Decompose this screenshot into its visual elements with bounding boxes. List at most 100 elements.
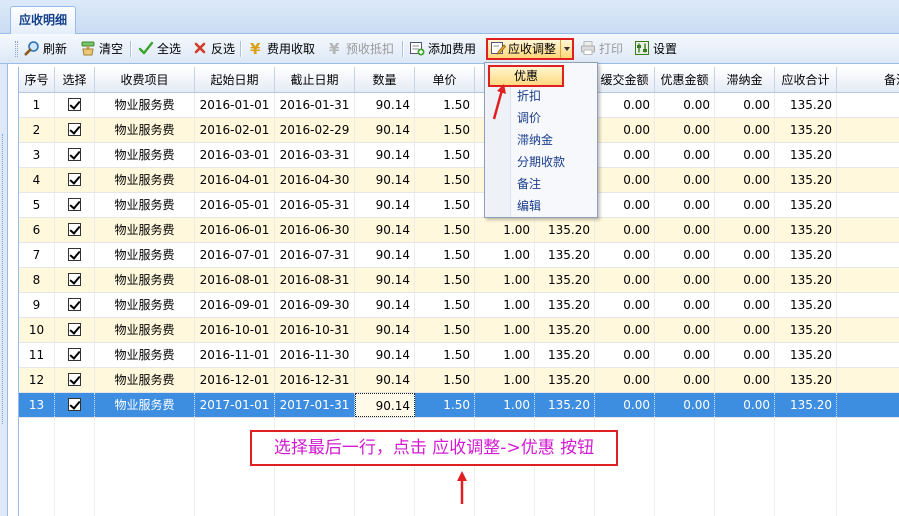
checkbox[interactable] <box>68 98 81 111</box>
checkbox[interactable] <box>68 323 81 336</box>
cell-start-date: 2016-05-01 <box>195 193 275 217</box>
row-checkbox[interactable] <box>55 218 95 242</box>
cell-discount: 0.00 <box>655 118 715 142</box>
row-checkbox[interactable] <box>55 118 95 142</box>
invert-selection-button[interactable]: 反选 <box>192 38 235 60</box>
column-header-quantity[interactable]: 数量 <box>355 67 415 93</box>
cell-unit-price: 1.50 <box>415 118 475 142</box>
column-header-late-fee[interactable]: 滞纳金 <box>715 67 775 93</box>
column-header-end-date[interactable]: 截止日期 <box>275 67 355 93</box>
cell-end-date: 2016-06-30 <box>275 218 355 242</box>
table-row[interactable]: 13 物业服务费 2017-01-01 2017-01-31 90.14 1.50 1.00… <box>19 393 899 418</box>
table-row[interactable]: 9 物业服务费 2016-09-01 2016-09-30 90.14 1.50 1.00 1… <box>19 293 899 318</box>
column-header-discount[interactable]: 优惠金额 <box>655 67 715 93</box>
row-checkbox[interactable] <box>55 168 95 192</box>
clear-button[interactable]: 清空 <box>80 38 123 60</box>
checkbox[interactable] <box>68 398 81 411</box>
menu-item-late-fee[interactable]: 滞纳金 <box>517 130 553 150</box>
table-row[interactable]: 4物业服务费2016-04-012016-04-3090.141.501.001… <box>19 168 899 193</box>
table-row[interactable]: 7 物业服务费 2016-07-01 2016-07-31 90.14 1.50 1.00 1… <box>19 243 899 268</box>
check-icon <box>138 41 154 55</box>
side-splitter[interactable] <box>0 64 8 516</box>
cell-quantity: 90.14 <box>355 393 415 417</box>
checkbox[interactable] <box>68 223 81 236</box>
cell-total: 135.20 <box>775 243 837 267</box>
cell-amount: 135.20 <box>535 393 595 417</box>
checkbox[interactable] <box>68 173 81 186</box>
checkbox[interactable] <box>68 123 81 136</box>
grid-line <box>194 418 195 516</box>
column-header-start-date[interactable]: 起始日期 <box>195 67 275 93</box>
row-checkbox[interactable] <box>55 193 95 217</box>
checkbox[interactable] <box>68 373 81 386</box>
print-button[interactable]: 打印 <box>580 38 623 60</box>
refresh-button[interactable]: 刷新 <box>24 38 67 60</box>
fee-collect-button[interactable]: ¥ 费用收取 <box>248 38 315 60</box>
row-checkbox[interactable] <box>55 243 95 267</box>
column-header-total[interactable]: 应收合计 <box>775 67 837 93</box>
cell-remark <box>837 368 899 392</box>
cell-start-date: 2016-04-01 <box>195 168 275 192</box>
prepaid-offset-button[interactable]: ¥ 预收抵扣 <box>327 38 394 60</box>
menu-item-rebate[interactable]: 折扣 <box>517 86 541 106</box>
table-row[interactable]: 2物业服务费2016-02-012016-02-2990.141.501.001… <box>19 118 899 143</box>
receivable-adjust-button[interactable]: 应收调整 <box>490 40 556 58</box>
checkbox[interactable] <box>68 348 81 361</box>
column-header-item[interactable]: 收费项目 <box>95 67 195 93</box>
column-header-remark[interactable]: 备注 <box>837 67 899 93</box>
toolbar-grip[interactable] <box>15 41 18 57</box>
checkbox[interactable] <box>68 273 81 286</box>
menu-item-price-adjust[interactable]: 调价 <box>517 108 541 128</box>
row-checkbox[interactable] <box>55 393 95 417</box>
add-fee-button[interactable]: 添加费用 <box>409 38 476 60</box>
cell-deferred: 0.00 <box>595 93 655 117</box>
menu-item-remark[interactable]: 备注 <box>517 174 541 194</box>
chevron-down-icon[interactable] <box>560 40 572 58</box>
select-all-button[interactable]: 全选 <box>138 38 181 60</box>
column-header-unit-price[interactable]: 单价 <box>415 67 475 93</box>
grid-line <box>774 418 775 516</box>
cell-amount: 135.20 <box>535 268 595 292</box>
row-checkbox[interactable] <box>55 293 95 317</box>
row-checkbox[interactable] <box>55 368 95 392</box>
table-row[interactable]: 8 物业服务费 2016-08-01 2016-08-31 90.14 1.50 1.00 1… <box>19 268 899 293</box>
tab-receivable-detail[interactable]: 应收明细 <box>10 6 76 34</box>
table-row[interactable]: 12 物业服务费 2016-12-01 2016-12-31 90.14 1.50 1.00… <box>19 368 899 393</box>
cell-deferred: 0.00 <box>595 343 655 367</box>
cell-discount: 0.00 <box>655 168 715 192</box>
cell-amount: 135.20 <box>535 243 595 267</box>
cell-item: 物业服务费 <box>95 93 195 117</box>
checkbox[interactable] <box>68 148 81 161</box>
column-header-select[interactable]: 选择 <box>55 67 95 93</box>
table-row[interactable]: 6 物业服务费 2016-06-01 2016-06-30 90.14 1.50 1.00 1… <box>19 218 899 243</box>
cell-item: 物业服务费 <box>95 168 195 192</box>
row-checkbox[interactable] <box>55 343 95 367</box>
menu-item-edit[interactable]: 编辑 <box>517 196 541 216</box>
row-checkbox[interactable] <box>55 268 95 292</box>
table-row[interactable]: 3物业服务费2016-03-012016-03-3190.141.501.001… <box>19 143 899 168</box>
checkbox[interactable] <box>68 248 81 261</box>
cell-total: 135.20 <box>775 268 837 292</box>
table-row[interactable]: 5物业服务费2016-05-012016-05-3190.141.501.001… <box>19 193 899 218</box>
table-row[interactable]: 1物业服务费2016-01-012016-01-3190.141.501.001… <box>19 93 899 118</box>
settings-button[interactable]: 设置 <box>634 38 677 60</box>
cell-end-date: 2016-04-30 <box>275 168 355 192</box>
cell-late-fee: 0.00 <box>715 393 775 417</box>
menu-item-installment[interactable]: 分期收款 <box>517 152 565 172</box>
cell-unit-price: 1.50 <box>415 318 475 342</box>
row-checkbox[interactable] <box>55 93 95 117</box>
column-header-deferred[interactable]: 缓交金额 <box>595 67 655 93</box>
cell-total: 135.20 <box>775 393 837 417</box>
annotation-arrow-menu <box>492 84 506 120</box>
receivable-adjust-split-button[interactable]: 应收调整 <box>486 38 574 60</box>
table-row[interactable]: 11 物业服务费 2016-11-01 2016-11-30 90.14 1.50 1.00… <box>19 343 899 368</box>
checkbox[interactable] <box>68 298 81 311</box>
row-checkbox[interactable] <box>55 143 95 167</box>
column-header-no[interactable]: 序号 <box>19 67 55 93</box>
row-checkbox[interactable] <box>55 318 95 342</box>
cell-late-fee: 0.00 <box>715 143 775 167</box>
checkbox[interactable] <box>68 198 81 211</box>
print-label: 打印 <box>599 42 624 56</box>
table-row[interactable]: 10 物业服务费 2016-10-01 2016-10-31 90.14 1.50 1.00… <box>19 318 899 343</box>
cell-item: 物业服务费 <box>95 218 195 242</box>
